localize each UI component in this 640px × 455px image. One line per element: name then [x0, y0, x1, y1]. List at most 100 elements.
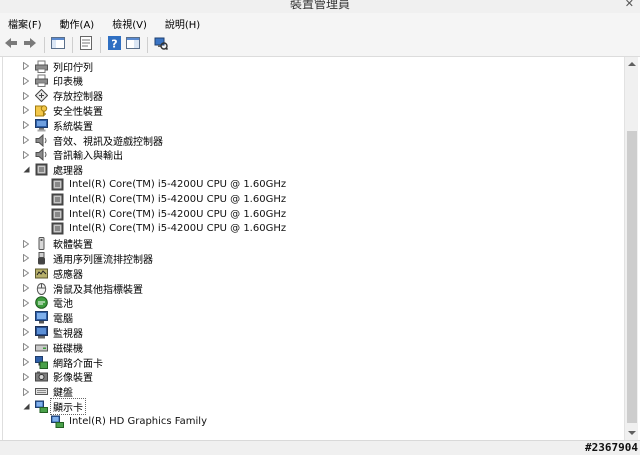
title-bar: 裝置管理員 ✕ [0, 0, 640, 13]
mouse-icon [35, 282, 48, 295]
toolbar-separator [100, 36, 101, 53]
tree-device[interactable]: Intel(R) Core(TM) i5-4200U CPU @ 1.60GHz [38, 207, 286, 221]
system-device-icon [35, 118, 48, 132]
processor-icon [35, 163, 48, 176]
collapse-arrow-icon[interactable] [21, 399, 31, 413]
tree-category[interactable]: 影像裝置 [21, 370, 93, 384]
expand-arrow-icon[interactable] [21, 118, 31, 132]
tree-category[interactable]: 音效、視訊及遊戲控制器 [21, 133, 163, 148]
expand-arrow-icon[interactable] [21, 325, 31, 339]
tree-category[interactable]: 磁碟機 [21, 340, 83, 355]
expand-arrow-icon[interactable] [21, 251, 31, 265]
tree-item-label: 滑鼠及其他指標裝置 [53, 284, 143, 296]
tree-device[interactable]: Intel(R) Core(TM) i5-4200U CPU @ 1.60GHz [38, 222, 286, 236]
expand-arrow-icon[interactable] [21, 355, 31, 369]
expand-arrow-icon[interactable] [21, 237, 31, 251]
vertical-scrollbar[interactable] [624, 57, 638, 440]
tree-category[interactable]: 電腦 [21, 311, 73, 325]
tree-item-label: 監視器 [53, 328, 83, 340]
expand-arrow-icon[interactable] [21, 385, 31, 399]
tree-item-label: 安全性裝置 [53, 106, 103, 118]
forward-button[interactable] [22, 37, 38, 53]
console-tree-icon [51, 37, 65, 52]
properties-button[interactable] [78, 36, 94, 53]
tree-item-label: 音訊輸入與輸出 [53, 151, 123, 163]
watermark: #2367904 [585, 441, 638, 454]
collapse-arrow-icon[interactable] [21, 163, 31, 177]
tree-item-label: 電腦 [53, 314, 73, 326]
scroll-up-icon[interactable] [625, 57, 639, 71]
expand-arrow-icon[interactable] [21, 103, 31, 117]
security-key-icon [35, 104, 48, 117]
tree-item-label: 存放控制器 [53, 92, 103, 104]
tree-category[interactable]: 顯示卡 [21, 397, 86, 415]
menu-file[interactable]: 檔案(F) [6, 15, 44, 32]
battery-icon [35, 296, 48, 310]
tree-category[interactable]: 網路介面卡 [21, 355, 103, 370]
scrollbar-thumb[interactable] [627, 131, 637, 423]
expand-arrow-icon[interactable] [21, 148, 31, 162]
tree-device[interactable]: Intel(R) HD Graphics Family [38, 414, 207, 428]
device-tree[interactable]: 列印佇列印表機存放控制器安全性裝置 系統裝置 音效、視訊及遊戲控制器音訊輸入與輸出處… [2, 57, 624, 440]
processor-icon [51, 208, 64, 221]
computer-icon [35, 311, 48, 324]
menu-action[interactable]: 動作(A) [58, 15, 97, 32]
tree-category[interactable]: 處理器 [21, 163, 83, 177]
expand-arrow-icon[interactable] [21, 281, 31, 295]
close-icon[interactable]: ✕ [625, 0, 634, 10]
scan-hardware-button[interactable] [153, 37, 169, 53]
tree-item-label: Intel(R) Core(TM) i5-4200U CPU @ 1.60GHz [69, 208, 287, 220]
disk-drive-icon [35, 341, 48, 354]
tree-item-label: 鍵盤 [53, 388, 73, 400]
tree-category[interactable]: 鍵盤 [21, 385, 73, 399]
tree-category[interactable]: 感應器 [21, 266, 83, 281]
scan-hardware-icon [154, 36, 169, 53]
expand-arrow-icon[interactable] [21, 133, 31, 147]
tree-item-label: 列印佇列 [53, 62, 93, 74]
expand-arrow-icon[interactable] [21, 340, 31, 354]
toolbar-separator [44, 36, 45, 53]
tree-category[interactable]: 軟體裝置 [21, 237, 93, 251]
tree-item-label: Intel(R) Core(TM) i5-4200U CPU @ 1.60GHz [69, 178, 287, 190]
tree-item-label: 印表機 [53, 77, 83, 89]
display-adapter-icon [51, 415, 64, 428]
expand-arrow-icon[interactable] [21, 74, 31, 88]
tree-item-label: 影像裝置 [53, 373, 93, 385]
expand-arrow-icon[interactable] [21, 89, 31, 103]
expand-arrow-icon[interactable] [21, 296, 31, 310]
tree-item-label: 電池 [53, 299, 73, 311]
tree-device[interactable]: Intel(R) Core(TM) i5-4200U CPU @ 1.60GHz [38, 192, 286, 206]
expand-arrow-icon[interactable] [21, 370, 31, 384]
tree-category[interactable]: 列印佇列 [21, 59, 93, 74]
tree-category[interactable]: 存放控制器 [21, 89, 103, 103]
tree-category[interactable]: 通用序列匯流排控制器 [21, 251, 153, 266]
monitor-icon [35, 325, 48, 339]
scroll-down-icon[interactable] [625, 426, 639, 440]
tree-item-label: 網路介面卡 [53, 358, 103, 370]
tree-item-label: 通用序列匯流排控制器 [53, 254, 153, 266]
sensor-icon [35, 267, 48, 280]
tree-category[interactable]: 印表機 [21, 74, 83, 88]
expand-arrow-icon[interactable] [21, 311, 31, 325]
back-button[interactable] [3, 37, 19, 53]
show-hide-tree-button[interactable] [50, 37, 66, 53]
tree-category[interactable]: 電池 [21, 296, 73, 310]
help-button[interactable]: ? [106, 36, 122, 53]
tree-category[interactable]: 監視器 [21, 325, 83, 340]
window-title: 裝置管理員 [289, 0, 350, 11]
menu-help[interactable]: 說明(H) [163, 15, 202, 32]
tree-category[interactable]: 滑鼠及其他指標裝置 [21, 281, 143, 296]
printer-icon [35, 60, 48, 73]
tree-category[interactable]: 音訊輸入與輸出 [21, 148, 123, 162]
printer-icon [35, 74, 48, 88]
action-pane-button[interactable] [125, 37, 141, 53]
processor-icon [51, 222, 64, 235]
tree-category[interactable]: 安全性裝置 [21, 103, 103, 118]
tree-device[interactable]: Intel(R) Core(TM) i5-4200U CPU @ 1.60GHz [38, 177, 286, 191]
expand-arrow-icon[interactable] [21, 59, 31, 73]
expand-arrow-icon[interactable] [21, 266, 31, 280]
tree-item-label: 軟體裝置 [53, 240, 93, 252]
tree-category[interactable]: 系統裝置 [21, 118, 93, 133]
help-icon: ? [107, 36, 121, 53]
menu-view[interactable]: 檢視(V) [110, 15, 149, 32]
